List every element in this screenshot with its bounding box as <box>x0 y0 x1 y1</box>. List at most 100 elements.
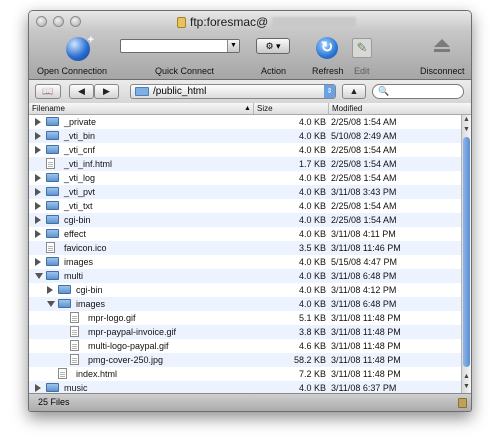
bookmarks-button[interactable]: 📖 <box>35 84 61 99</box>
scroll-up-icon-bottom[interactable]: ▲ <box>463 373 470 380</box>
transfer-icon[interactable] <box>458 398 467 408</box>
file-modified: 2/25/08 1:54 AM <box>331 215 397 225</box>
folder-icon <box>58 285 71 294</box>
disconnect-icon[interactable] <box>434 39 450 55</box>
disclosure-open-icon[interactable] <box>47 301 55 307</box>
ftp-window: ftp:foresmac@ + Open Connection ▼ Quick … <box>28 10 472 412</box>
file-name: images <box>76 299 106 309</box>
disclosure-closed-icon[interactable] <box>35 118 41 126</box>
open-connection-icon[interactable]: + <box>66 34 94 61</box>
file-modified: 3/11/08 11:48 PM <box>331 355 401 365</box>
chevron-down-icon[interactable]: ▼ <box>227 40 239 52</box>
scroll-thumb[interactable] <box>463 137 470 367</box>
file-row[interactable]: _vti_log 4.0 KB 2/25/08 1:54 AM <box>29 171 461 185</box>
path-selector[interactable]: /public_html ⇕ <box>130 84 336 99</box>
scroll-up-icon[interactable]: ▲ <box>463 116 470 123</box>
file-row[interactable]: _private 4.0 KB 2/25/08 1:54 AM <box>29 115 461 129</box>
refresh-icon[interactable]: ↻ <box>316 37 338 59</box>
file-name: _vti_log <box>64 173 96 183</box>
folder-icon <box>46 383 59 392</box>
file-size: 4.0 KB <box>298 173 326 183</box>
disclosure-closed-icon[interactable] <box>35 132 41 140</box>
file-size: 5.1 KB <box>298 313 326 323</box>
zoom-button[interactable] <box>70 16 81 27</box>
file-row[interactable]: mpr-paypal-invoice.gif 3.8 KB 3/11/08 11:4… <box>29 325 461 339</box>
vertical-scrollbar[interactable]: ▲ ▼ ▲ ▼ <box>461 115 471 393</box>
refresh-label[interactable]: Refresh <box>312 66 344 76</box>
file-row[interactable]: mpr-logo.gif 5.1 KB 3/11/08 11:48 PM <box>29 311 461 325</box>
disclosure-closed-icon[interactable] <box>35 384 41 392</box>
disclosure-closed-icon[interactable] <box>35 258 41 266</box>
file-modified: 2/25/08 1:54 AM <box>331 117 397 127</box>
parent-folder-button[interactable]: ▲ <box>342 84 366 99</box>
disclosure-closed-icon[interactable] <box>35 188 41 196</box>
quick-connect-label[interactable]: Quick Connect <box>155 66 214 76</box>
file-size: 4.6 KB <box>298 341 326 351</box>
file-row[interactable]: multi-logo-paypal.gif 4.6 KB 3/11/08 11:48… <box>29 339 461 353</box>
file-row[interactable]: _vti_bin 4.0 KB 5/10/08 2:49 AM <box>29 129 461 143</box>
file-row[interactable]: favicon.ico 3.5 KB 3/11/08 11:46 PM <box>29 241 461 255</box>
search-input[interactable]: 🔍 <box>372 84 464 99</box>
folder-icon <box>46 201 59 210</box>
file-count: 25 Files <box>38 397 70 407</box>
file-name: cgi-bin <box>64 215 91 225</box>
file-row[interactable]: multi 4.0 KB 3/11/08 6:48 PM <box>29 269 461 283</box>
folder-icon <box>135 87 149 96</box>
file-row[interactable]: cgi-bin 4.0 KB 3/11/08 4:12 PM <box>29 283 461 297</box>
file-row[interactable]: effect 4.0 KB 3/11/08 4:11 PM <box>29 227 461 241</box>
folder-icon <box>46 257 59 266</box>
window-title-text: ftp:foresmac@ <box>190 15 269 29</box>
folder-icon <box>46 271 59 280</box>
column-filename[interactable]: Filename <box>32 103 65 114</box>
scroll-down-icon[interactable]: ▼ <box>463 126 470 133</box>
file-row[interactable]: _vti_pvt 4.0 KB 3/11/08 3:43 PM <box>29 185 461 199</box>
file-row[interactable]: images 4.0 KB 3/11/08 6:48 PM <box>29 297 461 311</box>
file-row[interactable]: _vti_inf.html 1.7 KB 2/25/08 1:54 AM <box>29 157 461 171</box>
file-name: _vti_cnf <box>64 145 96 155</box>
file-size: 4.0 KB <box>298 131 326 141</box>
action-button[interactable]: ⚙ ▾ <box>256 38 290 54</box>
scroll-down-icon-bottom[interactable]: ▼ <box>463 383 470 390</box>
column-size[interactable]: Size <box>257 103 273 114</box>
disclosure-closed-icon[interactable] <box>35 216 41 224</box>
forward-button[interactable]: ▶ <box>94 84 119 99</box>
folder-icon <box>46 229 59 238</box>
folder-icon <box>46 187 59 196</box>
file-name: multi <box>64 271 84 281</box>
file-size: 4.0 KB <box>298 145 326 155</box>
file-name: favicon.ico <box>64 243 107 253</box>
file-row[interactable]: images 4.0 KB 5/15/08 4:47 PM <box>29 255 461 269</box>
minimize-button[interactable] <box>53 16 64 27</box>
file-row[interactable]: _vti_cnf 4.0 KB 2/25/08 1:54 AM <box>29 143 461 157</box>
edit-label[interactable]: Edit <box>354 66 370 76</box>
file-modified: 2/25/08 1:54 AM <box>331 173 397 183</box>
open-connection-label[interactable]: Open Connection <box>37 66 107 76</box>
edit-icon[interactable]: ✎ <box>352 38 372 58</box>
disclosure-open-icon[interactable] <box>35 273 43 279</box>
back-button[interactable]: ◀ <box>69 84 94 99</box>
file-row[interactable]: cgi-bin 4.0 KB 2/25/08 1:54 AM <box>29 213 461 227</box>
file-modified: 2/25/08 1:54 AM <box>331 145 397 155</box>
folder-icon <box>46 173 59 182</box>
disclosure-closed-icon[interactable] <box>47 286 53 294</box>
toolbar: + Open Connection ▼ Quick Connect ⚙ ▾ Ac… <box>29 33 471 80</box>
file-row[interactable]: _vti_txt 4.0 KB 2/25/08 1:54 AM <box>29 199 461 213</box>
title-bar[interactable]: ftp:foresmac@ <box>29 11 471 33</box>
disclosure-closed-icon[interactable] <box>35 202 41 210</box>
file-row[interactable]: pmg-cover-250.jpg 58.2 KB 3/11/08 11:48 PM <box>29 353 461 367</box>
file-row[interactable]: index.html 7.2 KB 3/11/08 11:48 PM <box>29 367 461 381</box>
action-label[interactable]: Action <box>261 66 286 76</box>
file-size: 4.0 KB <box>298 299 326 309</box>
file-size: 3.8 KB <box>298 327 326 337</box>
file-name: images <box>64 257 94 267</box>
column-modified[interactable]: Modified <box>332 103 362 114</box>
disconnect-label[interactable]: Disconnect <box>420 66 465 76</box>
disclosure-closed-icon[interactable] <box>35 230 41 238</box>
folder-icon <box>46 117 59 126</box>
close-button[interactable] <box>36 16 47 27</box>
quick-connect-field[interactable]: ▼ <box>120 39 240 53</box>
disclosure-closed-icon[interactable] <box>35 174 41 182</box>
file-size: 3.5 KB <box>298 243 326 253</box>
disclosure-closed-icon[interactable] <box>35 146 41 154</box>
file-modified: 3/11/08 6:48 PM <box>331 271 397 281</box>
